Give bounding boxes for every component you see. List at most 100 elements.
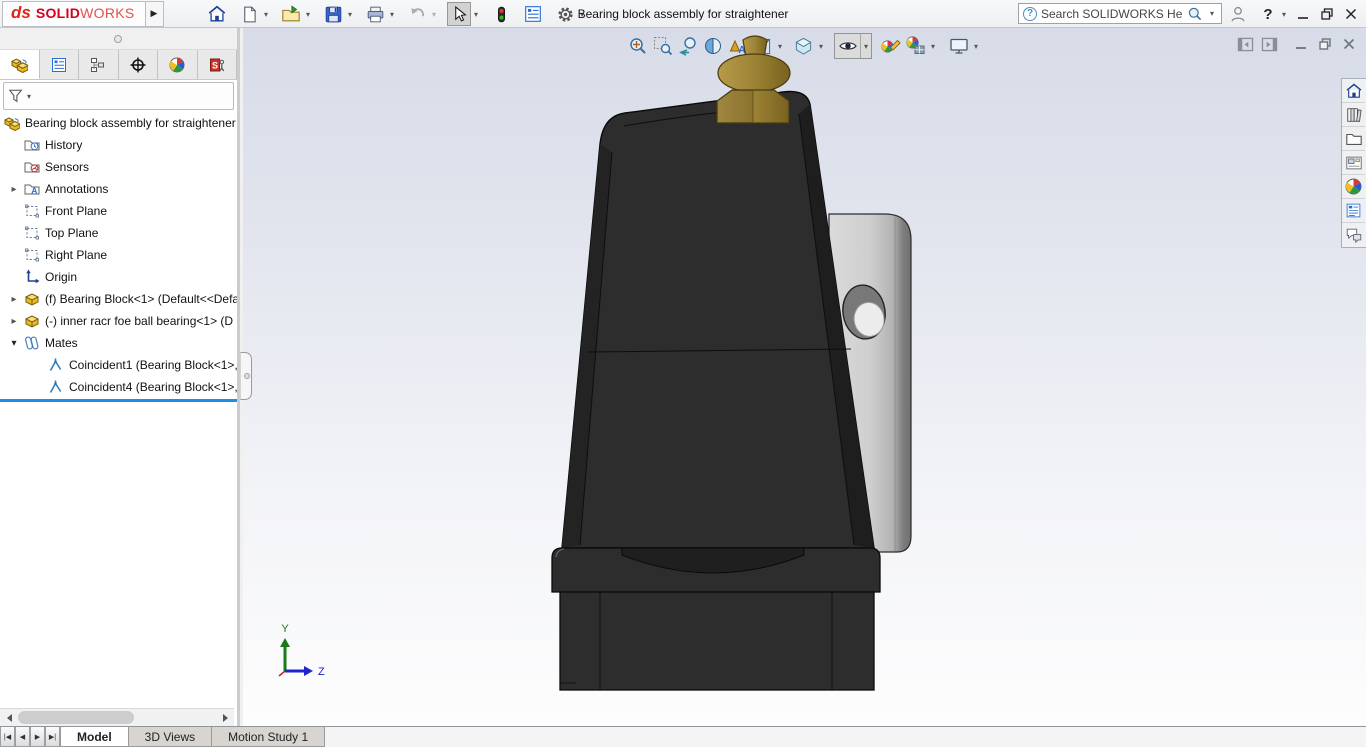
expand-arrow[interactable] bbox=[4, 338, 24, 349]
part-icon bbox=[24, 313, 40, 329]
solidworks-forum-button[interactable] bbox=[1342, 223, 1365, 247]
minimize-button[interactable] bbox=[1292, 0, 1314, 28]
tree-filter-row bbox=[3, 82, 234, 110]
file-explorer-button[interactable] bbox=[1342, 127, 1365, 151]
close-button[interactable] bbox=[1340, 0, 1362, 28]
doc-restore-button[interactable] bbox=[1316, 36, 1334, 52]
appearances-scenes-button[interactable] bbox=[1342, 175, 1365, 199]
tree-item-label: History bbox=[45, 138, 83, 152]
tab-dimxpert-manager[interactable] bbox=[118, 50, 158, 79]
title-bar: ds SOLID WORKS ▶ ▾ ▾ ▾ ▾ ▾ ▾ ▾ Bearing b… bbox=[0, 0, 1366, 28]
commandmanager-collapsed-strip[interactable] bbox=[0, 28, 237, 50]
select-tool-button[interactable] bbox=[447, 2, 471, 26]
filter-dropdown[interactable] bbox=[24, 92, 34, 101]
expand-arrow[interactable] bbox=[4, 184, 24, 195]
search-icon[interactable] bbox=[1187, 6, 1203, 22]
rollback-bar[interactable] bbox=[0, 399, 237, 402]
menu-flyout-arrow-button[interactable] bbox=[145, 0, 164, 27]
tree-item-coincident1[interactable]: Coincident1 (Bearing Block<1>, bbox=[0, 354, 237, 376]
save-button[interactable] bbox=[321, 2, 345, 26]
tab-featuremanager-design-tree[interactable] bbox=[0, 50, 40, 79]
ds-logo-mark: ds bbox=[11, 2, 31, 22]
options-gear-button[interactable] bbox=[553, 2, 577, 26]
restore-button[interactable] bbox=[1316, 0, 1338, 28]
display-pane-button[interactable] bbox=[521, 2, 545, 26]
open-dropdown[interactable] bbox=[303, 10, 313, 19]
tree-item-label: Bearing block assembly for straightener bbox=[25, 116, 236, 130]
new-document-button[interactable] bbox=[237, 2, 261, 26]
save-dropdown[interactable] bbox=[345, 10, 355, 19]
tree-item-annotations[interactable]: Annotations bbox=[0, 178, 237, 200]
print-dropdown[interactable] bbox=[387, 10, 397, 19]
solidworks-resources-button[interactable] bbox=[1342, 79, 1365, 103]
rebuild-lights-button[interactable] bbox=[489, 2, 513, 26]
logo-works-text: WORKS bbox=[80, 4, 135, 21]
tree-item-coincident4[interactable]: Coincident4 (Bearing Block<1>, bbox=[0, 376, 237, 398]
nav-first-button[interactable] bbox=[0, 727, 15, 747]
collapse-left-pane-button[interactable] bbox=[1236, 36, 1254, 52]
tab-3d-views[interactable]: 3D Views bbox=[128, 727, 213, 747]
collapse-right-pane-button[interactable] bbox=[1260, 36, 1278, 52]
graphics-viewport[interactable]: Y Z bbox=[243, 28, 1366, 726]
tab-display-manager[interactable] bbox=[158, 50, 198, 79]
expand-arrow[interactable] bbox=[4, 316, 24, 327]
new-document-dropdown[interactable] bbox=[261, 10, 271, 19]
design-library-button[interactable] bbox=[1342, 103, 1365, 127]
tree-item-label: Coincident4 (Bearing Block<1>, bbox=[69, 380, 237, 394]
open-button[interactable] bbox=[279, 2, 303, 26]
tree-item-bearing-block[interactable]: (f) Bearing Block<1> (Default<<Defa bbox=[0, 288, 237, 310]
tab-motion-study-1[interactable]: Motion Study 1 bbox=[212, 727, 326, 747]
undo-button[interactable] bbox=[405, 2, 429, 26]
doc-minimize-button[interactable] bbox=[1292, 36, 1310, 52]
view-palette-button[interactable] bbox=[1342, 151, 1365, 175]
login-person-button[interactable] bbox=[1226, 0, 1250, 28]
tab-model[interactable]: Model bbox=[60, 727, 129, 747]
doc-close-button[interactable] bbox=[1340, 36, 1358, 52]
tree-item-right-plane[interactable]: Right Plane bbox=[0, 244, 237, 266]
custom-properties-button[interactable] bbox=[1342, 199, 1365, 223]
expand-arrow[interactable] bbox=[4, 294, 24, 305]
nav-last-button[interactable] bbox=[45, 727, 60, 747]
tab-cam-manager[interactable] bbox=[197, 50, 237, 79]
tree-item-label: (f) Bearing Block<1> (Default<<Defa bbox=[45, 292, 237, 306]
scrollbar-thumb[interactable] bbox=[18, 711, 134, 724]
cam-manager-icon bbox=[209, 57, 225, 73]
select-dropdown[interactable] bbox=[471, 10, 481, 19]
tree-item-front-plane[interactable]: Front Plane bbox=[0, 200, 237, 222]
tree-item-sensors[interactable]: Sensors bbox=[0, 156, 237, 178]
tree-item-mates[interactable]: Mates bbox=[0, 332, 237, 354]
tree-item-history[interactable]: History bbox=[0, 134, 237, 156]
tree-item-label: Origin bbox=[45, 270, 78, 284]
tab-configuration-manager[interactable] bbox=[79, 50, 119, 79]
tree-item-root[interactable]: Bearing block assembly for straightener bbox=[0, 112, 237, 134]
search-input[interactable] bbox=[1041, 6, 1183, 21]
filter-funnel-icon[interactable] bbox=[8, 88, 24, 104]
panel-splitter-handle[interactable] bbox=[240, 352, 252, 400]
tab-property-manager[interactable] bbox=[39, 50, 79, 79]
tree-item-inner-race[interactable]: (-) inner racr foe ball bearing<1> (D bbox=[0, 310, 237, 332]
coincident-mate-icon bbox=[48, 357, 64, 373]
nav-previous-button[interactable] bbox=[15, 727, 30, 747]
splitter-grip-icon[interactable] bbox=[114, 35, 122, 43]
help-dropdown[interactable] bbox=[1278, 0, 1290, 28]
tree-item-origin[interactable]: Origin bbox=[0, 266, 237, 288]
print-button[interactable] bbox=[363, 2, 387, 26]
scroll-right-arrow[interactable] bbox=[219, 712, 231, 724]
tree-item-top-plane[interactable]: Top Plane bbox=[0, 222, 237, 244]
help-button[interactable]: ? bbox=[1258, 0, 1278, 28]
tree-item-label: Mates bbox=[45, 336, 78, 350]
search-dropdown[interactable] bbox=[1207, 9, 1217, 18]
bearing-block-assembly-model[interactable] bbox=[243, 28, 1366, 726]
status-bar bbox=[325, 727, 1366, 747]
grease-fitting bbox=[716, 35, 791, 124]
home-button[interactable] bbox=[205, 2, 229, 26]
scroll-left-arrow[interactable] bbox=[3, 712, 15, 724]
panel-horizontal-scrollbar[interactable] bbox=[0, 708, 234, 726]
help-circle-icon: ? bbox=[1023, 6, 1037, 21]
task-pane-toolbar bbox=[1341, 78, 1366, 248]
nav-next-button[interactable] bbox=[30, 727, 45, 747]
undo-dropdown[interactable] bbox=[429, 10, 439, 19]
tree-item-label: Right Plane bbox=[45, 248, 108, 262]
help-search-box[interactable]: ? bbox=[1018, 3, 1222, 24]
property-manager-icon bbox=[51, 57, 67, 73]
